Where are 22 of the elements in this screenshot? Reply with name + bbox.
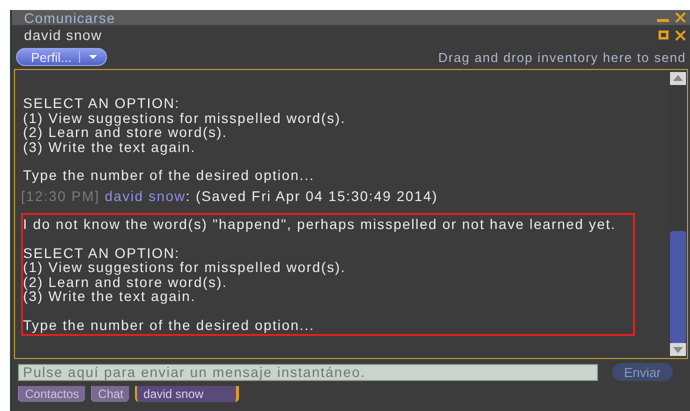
tab[interactable]: david snow xyxy=(135,386,240,402)
message-text: SELECT AN OPTION: (1) View suggestions for misspelled word(s). (2) Learn and store word(s). (3) Write the text again. xyxy=(23,96,347,154)
tab[interactable]: Chat xyxy=(91,386,130,402)
send-button[interactable]: Enviar xyxy=(612,363,673,381)
close-icon[interactable] xyxy=(675,12,686,23)
close-icon[interactable] xyxy=(675,30,686,40)
message-text: I do not know the word(s) "happend", perhaps misspelled or not have learned yet. xyxy=(23,217,617,232)
caret-icon xyxy=(89,55,98,59)
message-text: Type the number of the desired option... xyxy=(23,318,316,332)
contact-name: david snow xyxy=(24,27,102,43)
message-text: SELECT AN OPTION: (1) View suggestions for misspelled word(s). (2) Learn and store word(s). (3) Write the text again. xyxy=(23,246,347,304)
scroll-down-icon[interactable] xyxy=(670,343,686,356)
scroll-thumb[interactable] xyxy=(670,231,686,343)
profile-button[interactable]: Perfil... xyxy=(16,48,108,66)
tab[interactable]: Contactos xyxy=(18,386,86,402)
undock-icon[interactable] xyxy=(658,30,669,40)
drop-hint: Drag and drop inventory here to send xyxy=(438,50,686,64)
message-text: Type the number of the desired option... xyxy=(23,168,316,182)
window-title: Comunicarse xyxy=(24,10,116,26)
scrollbar[interactable] xyxy=(669,70,687,358)
chat-message: [12:30 PM] david snow: (Saved Fri Apr 04 15:30:49 2014) xyxy=(21,188,439,203)
scroll-up-icon[interactable] xyxy=(670,72,686,85)
